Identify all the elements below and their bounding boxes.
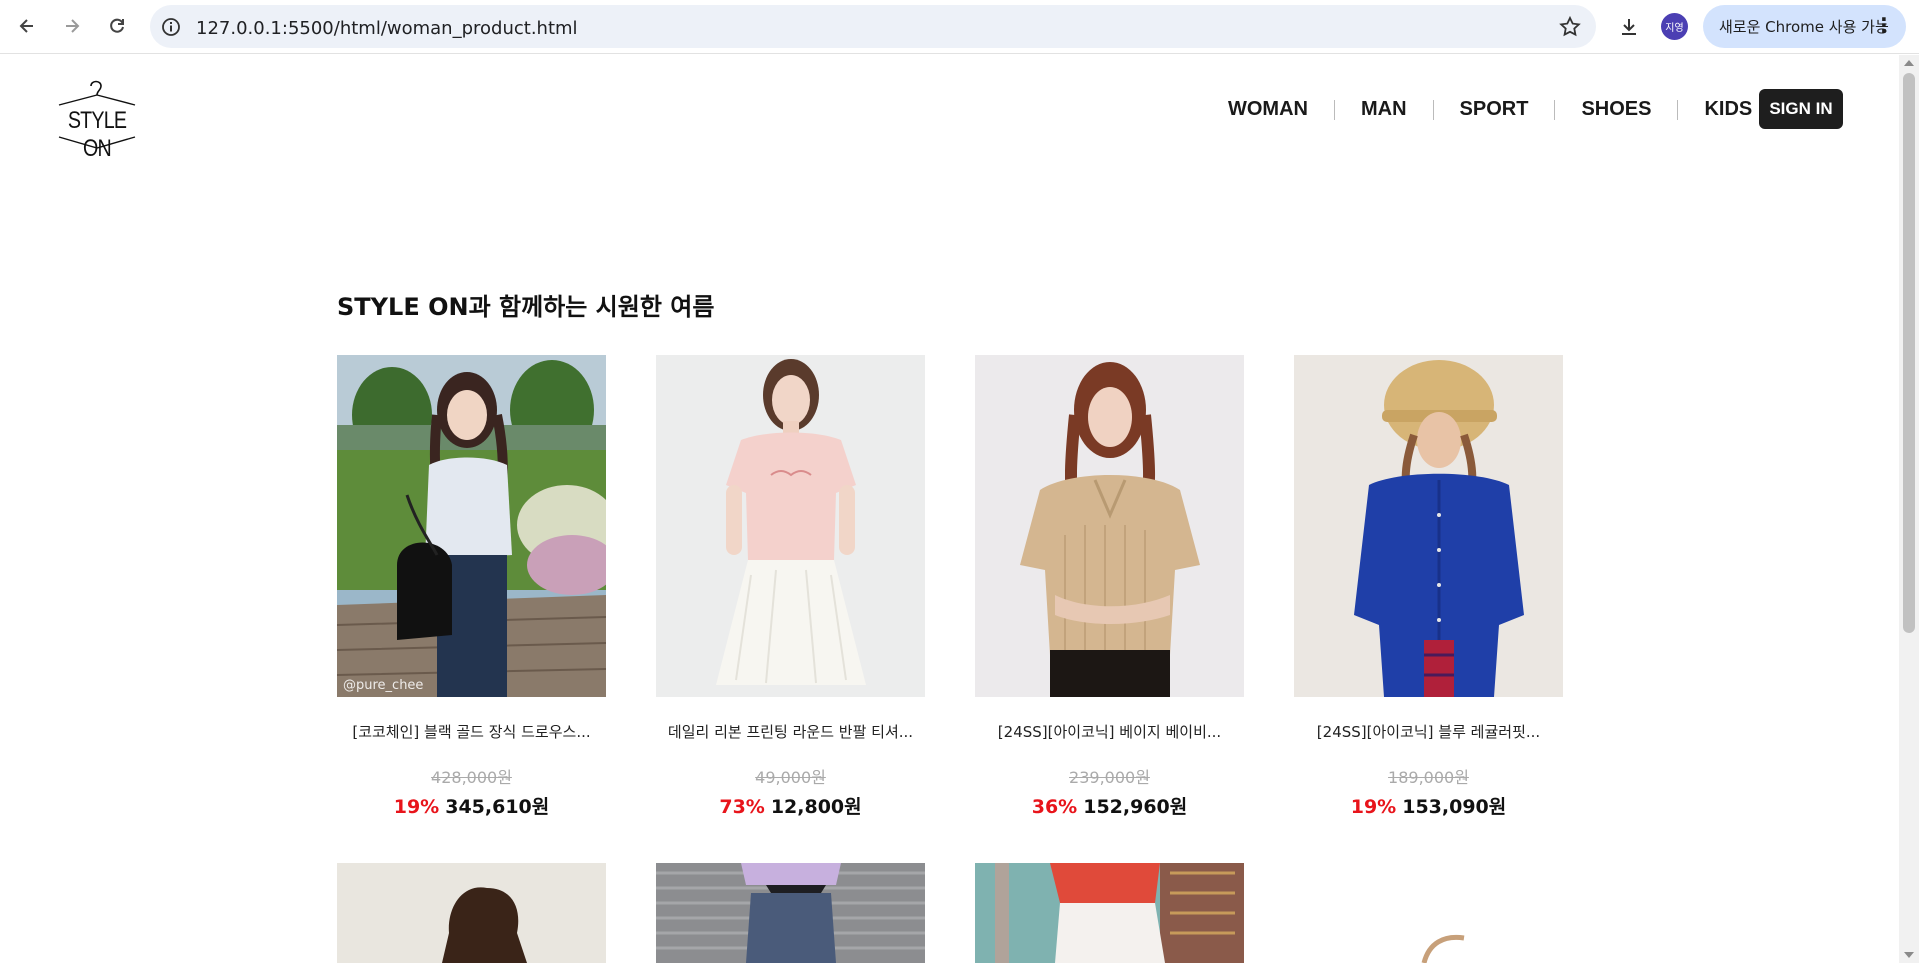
price-line: 19% 345,610원 [337, 792, 606, 819]
arrow-right-icon [66, 19, 80, 33]
reload-button[interactable] [100, 9, 134, 43]
nav-shoes[interactable]: SHOES [1581, 98, 1651, 121]
product-image[interactable] [337, 863, 606, 963]
scroll-down-icon[interactable] [1904, 952, 1914, 958]
download-button[interactable] [1612, 10, 1646, 44]
original-price: 189,000원 [1388, 768, 1469, 787]
product-image[interactable] [1294, 355, 1563, 697]
reload-icon [110, 18, 124, 33]
main-nav: WOMAN MAN SPORT SHOES KIDS [1228, 98, 1752, 121]
product-name[interactable]: [24SS][아이코닉] 블루 레귤러핏... [1294, 721, 1563, 742]
download-icon [1622, 19, 1636, 35]
product-photo-1 [337, 355, 606, 697]
product-card[interactable]: @pure_chee [코코체인] 블랙 골드 장식 드로우스... 428,0… [337, 355, 606, 819]
profile-avatar[interactable]: 지영 [1661, 13, 1688, 40]
forward-button[interactable] [55, 9, 89, 43]
section-title: STYLE ON과 함께하는 시원한 여름 [337, 293, 715, 321]
nav-sport[interactable]: SPORT [1460, 98, 1529, 121]
price-line: 36% 152,960원 [975, 792, 1244, 819]
arrow-left-icon [19, 19, 33, 33]
product-photo-2 [656, 355, 925, 697]
original-price: 49,000원 [755, 768, 826, 787]
nav-divider [1432, 99, 1434, 120]
product-image[interactable] [656, 355, 925, 697]
back-button[interactable] [10, 9, 44, 43]
nav-man[interactable]: MAN [1361, 98, 1407, 121]
product-image[interactable] [975, 863, 1244, 963]
scrollbar-thumb[interactable] [1903, 73, 1915, 633]
more-menu-icon[interactable]: ⋮ [1874, 15, 1894, 35]
product-photo-6 [656, 863, 925, 963]
address-bar[interactable]: 127.0.0.1:5500/html/woman_product.html [150, 5, 1596, 48]
product-image[interactable] [1294, 863, 1563, 963]
sale-price: 345,610원 [445, 796, 550, 818]
nav-kids[interactable]: KIDS [1704, 98, 1752, 121]
site-header: STYLE ON WOMAN MAN SPORT SHOES KIDS SIGN… [0, 55, 1899, 165]
url-text[interactable]: 127.0.0.1:5500/html/woman_product.html [196, 18, 578, 39]
page-scrollbar[interactable] [1899, 55, 1919, 963]
site-info-icon[interactable] [160, 16, 182, 38]
price-line: 73% 12,800원 [656, 792, 925, 819]
scroll-up-icon[interactable] [1904, 60, 1914, 66]
nav-woman[interactable]: WOMAN [1228, 98, 1308, 121]
product-image[interactable] [975, 355, 1244, 697]
product-name[interactable]: 데일리 리본 프린팅 라운드 반팔 티셔... [656, 721, 925, 742]
sign-in-button[interactable]: SIGN IN [1759, 89, 1843, 129]
product-card[interactable]: [24SS][아이코닉] 블루 레귤러핏... 189,000원 19% 153,… [1294, 355, 1563, 819]
original-price: 428,000원 [431, 768, 512, 787]
product-card[interactable]: [24SS][아이코닉] 베이지 베이비... 239,000원 36% 152,… [975, 355, 1244, 819]
original-price: 239,000원 [1069, 768, 1150, 787]
product-photo-4 [1294, 355, 1563, 697]
photo-watermark: @pure_chee [343, 678, 424, 693]
browser-toolbar: 127.0.0.1:5500/html/woman_product.html 지… [0, 0, 1919, 54]
discount-rate: 73% [719, 796, 765, 818]
nav-divider [1554, 99, 1556, 120]
product-card[interactable]: 데일리 리본 프린팅 라운드 반팔 티셔... 49,000원 73% 12,80… [656, 355, 925, 819]
product-photo-8 [1294, 863, 1563, 963]
product-name[interactable]: [코코체인] 블랙 골드 장식 드로우스... [337, 721, 606, 742]
product-photo-5 [337, 863, 606, 963]
product-photo-3 [975, 355, 1244, 697]
discount-rate: 36% [1031, 796, 1078, 818]
product-image[interactable] [656, 863, 925, 963]
product-photo-7 [975, 863, 1244, 963]
sale-price: 12,800원 [770, 796, 862, 818]
chrome-update-label: 새로운 Chrome 사용 가능 [1719, 18, 1889, 36]
sale-price: 153,090원 [1402, 796, 1507, 818]
product-image[interactable]: @pure_chee [337, 355, 606, 697]
nav-divider [1677, 99, 1679, 120]
logo-text: STYLE ON [67, 107, 127, 162]
discount-rate: 19% [393, 796, 440, 818]
product-name[interactable]: [24SS][아이코닉] 베이지 베이비... [975, 721, 1244, 742]
site-logo[interactable]: STYLE ON [55, 77, 139, 162]
discount-rate: 19% [1350, 796, 1397, 818]
chrome-update-button[interactable]: 새로운 Chrome 사용 가능 ⋮ [1703, 5, 1906, 48]
price-line: 19% 153,090원 [1294, 792, 1563, 819]
bookmark-star-icon[interactable] [1558, 15, 1582, 39]
sale-price: 152,960원 [1083, 796, 1188, 818]
nav-divider [1333, 99, 1335, 120]
